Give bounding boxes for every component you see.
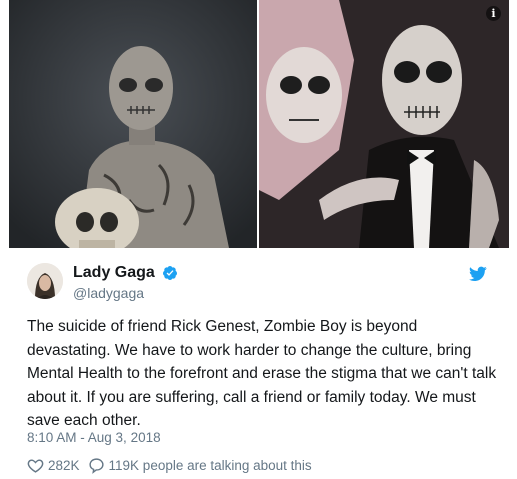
tweet-timestamp[interactable]: 8:10 AM - Aug 3, 2018 — [27, 430, 161, 445]
profile-picture-icon — [27, 263, 63, 299]
reply-button[interactable]: 119K people are talking about this — [88, 457, 312, 474]
avatar[interactable] — [27, 263, 63, 299]
twitter-bird-icon[interactable] — [469, 266, 487, 282]
tweet-card: Lady Gaga @ladygaga The suicide of frien… — [0, 248, 517, 479]
tattooed-man-with-skull-image — [9, 0, 257, 248]
speech-bubble-icon — [88, 457, 104, 474]
tweet-photo-2[interactable]: i — [259, 0, 509, 248]
display-name[interactable]: Lady Gaga — [73, 264, 155, 282]
like-count: 282K — [48, 457, 80, 473]
skull-makeup-couple-image — [259, 0, 509, 248]
tweet-photo-1[interactable] — [9, 0, 257, 248]
media-grid[interactable]: i — [9, 0, 509, 248]
like-button[interactable]: 282K — [27, 457, 80, 474]
tweet-actions: 282K 119K people are talking about this — [27, 456, 312, 474]
heart-icon — [27, 458, 44, 473]
tweet-text: The suicide of friend Rick Genest, Zombi… — [27, 318, 497, 429]
user-handle[interactable]: @ladygaga — [73, 285, 144, 301]
verified-badge-icon — [162, 266, 177, 280]
replies-label[interactable]: 119K people are talking about this — [109, 458, 312, 473]
info-icon[interactable]: i — [486, 6, 501, 21]
